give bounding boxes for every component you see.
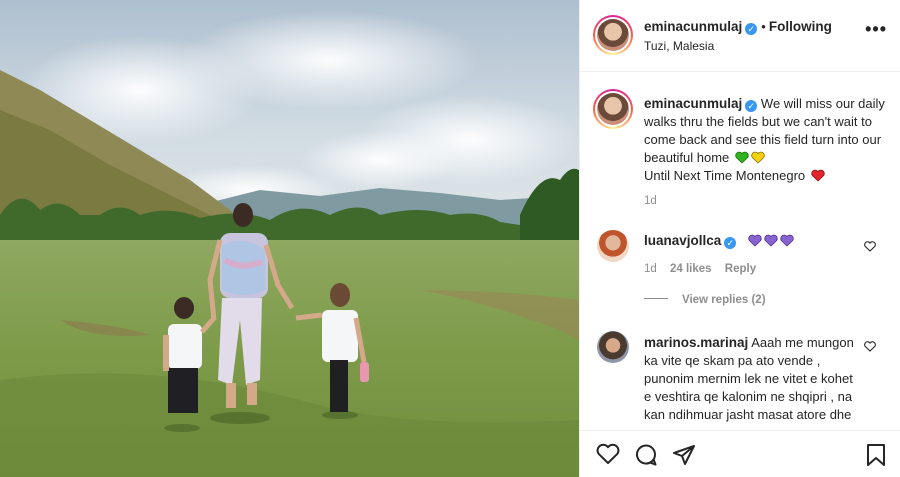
comment-1-likes[interactable]: 24 likes bbox=[670, 263, 712, 275]
comment-1-meta: 1d 24 likes Reply bbox=[644, 263, 756, 275]
header-username[interactable]: eminacunmulaj bbox=[644, 19, 742, 34]
caption-text: eminacunmulaj ✓ We will miss our daily wa… bbox=[644, 95, 889, 185]
comments-section[interactable]: eminacunmulaj ✓ We will miss our daily wa… bbox=[580, 73, 900, 430]
comment-icon[interactable] bbox=[634, 443, 658, 467]
share-icon[interactable] bbox=[672, 443, 696, 467]
reply-button[interactable]: Reply bbox=[725, 263, 756, 275]
comment-2: marinos.marinaj Aaah me mungon ka vite q… bbox=[644, 334, 859, 424]
caption-username[interactable]: eminacunmulaj bbox=[644, 96, 742, 111]
post-photo[interactable] bbox=[0, 0, 579, 477]
verified-icon: ✓ bbox=[745, 100, 758, 112]
caption-signoff: Until Next Time Montenegro bbox=[644, 168, 806, 183]
heart-icon[interactable] bbox=[596, 443, 620, 465]
green-heart-icon bbox=[735, 151, 749, 164]
purple-heart-icon bbox=[780, 234, 794, 247]
more-icon[interactable]: ••• bbox=[865, 20, 887, 38]
action-bar bbox=[580, 430, 900, 477]
purple-heart-icon bbox=[748, 234, 762, 247]
replies-divider bbox=[644, 298, 668, 299]
comment-like-icon[interactable] bbox=[864, 341, 876, 352]
location-link[interactable]: Tuzi, Malesia bbox=[644, 39, 714, 53]
commenter-avatar[interactable] bbox=[597, 331, 629, 363]
header-user-line: eminacunmulaj ✓ • Following bbox=[644, 19, 832, 35]
view-replies-button[interactable]: View replies (2) bbox=[644, 294, 766, 306]
comment-like-icon[interactable] bbox=[864, 241, 876, 252]
verified-icon: ✓ bbox=[745, 23, 758, 35]
verified-icon: ✓ bbox=[724, 237, 737, 249]
author-avatar[interactable] bbox=[593, 15, 633, 55]
post-side-panel: eminacunmulaj ✓ • Following Tuzi, Malesia •… bbox=[579, 0, 900, 477]
comment-1-username[interactable]: luanavjollca bbox=[644, 233, 721, 248]
comment-2-username[interactable]: marinos.marinaj bbox=[644, 335, 748, 350]
separator-dot: • bbox=[761, 19, 766, 34]
post-header: eminacunmulaj ✓ • Following Tuzi, Malesia •… bbox=[580, 0, 900, 72]
caption-age[interactable]: 1d bbox=[644, 195, 657, 207]
landscape-photo bbox=[0, 0, 579, 477]
comment-1: luanavjollca ✓ bbox=[644, 232, 864, 250]
following-button[interactable]: Following bbox=[769, 19, 832, 34]
yellow-heart-icon bbox=[751, 151, 765, 164]
save-icon[interactable] bbox=[866, 443, 886, 467]
caption-avatar[interactable] bbox=[593, 89, 633, 129]
view-replies-label: View replies (2) bbox=[682, 294, 766, 306]
purple-heart-icon bbox=[764, 234, 778, 247]
comment-1-age[interactable]: 1d bbox=[644, 263, 657, 275]
instagram-post: eminacunmulaj ✓ • Following Tuzi, Malesia •… bbox=[0, 0, 900, 477]
red-heart-icon bbox=[811, 169, 825, 182]
commenter-avatar[interactable] bbox=[597, 230, 629, 262]
